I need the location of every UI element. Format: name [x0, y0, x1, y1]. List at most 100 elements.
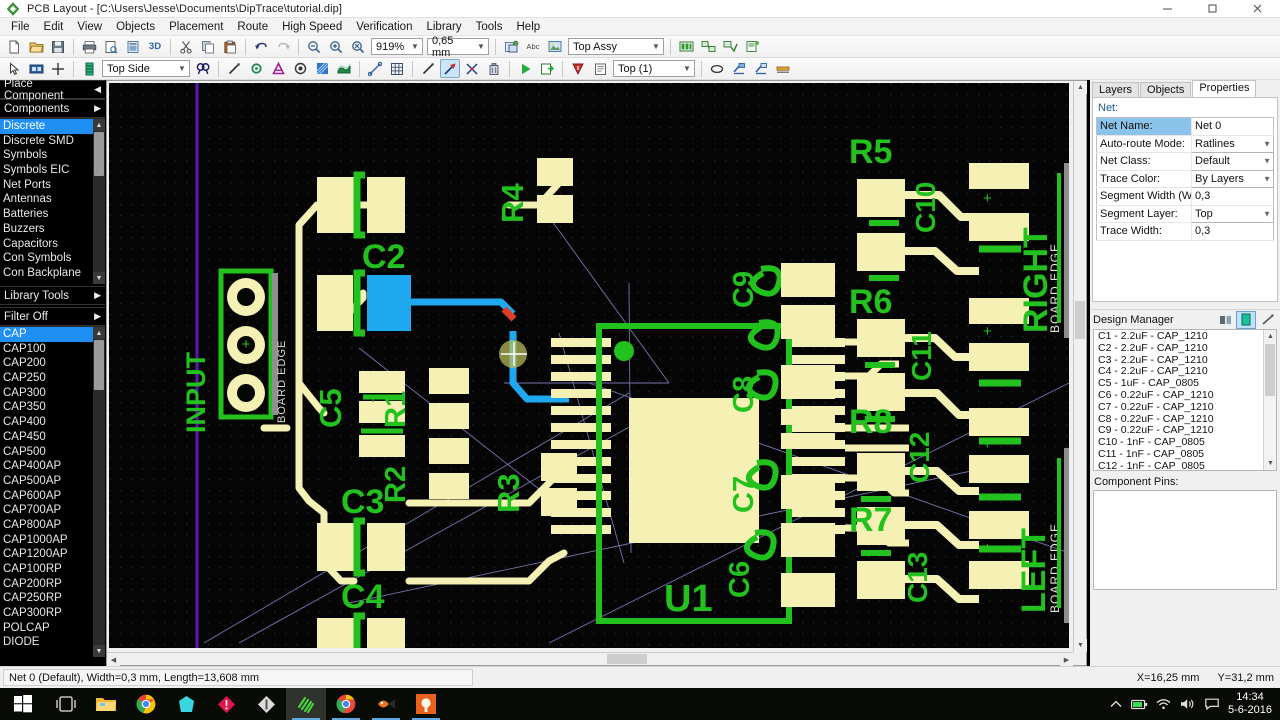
part-item[interactable]: CAP800AP	[0, 518, 93, 533]
page-setup-icon[interactable]	[123, 37, 143, 56]
part-item[interactable]: CAP100	[0, 342, 93, 357]
part-item[interactable]: CAP300RP	[0, 606, 93, 621]
open-file-icon[interactable]	[26, 37, 46, 56]
dm-components-icon[interactable]	[1215, 311, 1235, 329]
component-pins-list[interactable]	[1093, 490, 1277, 590]
menu-route[interactable]: Route	[230, 19, 275, 35]
battery-icon[interactable]	[1128, 688, 1152, 720]
copper-top-icon[interactable]	[729, 59, 749, 78]
chevron-down-icon[interactable]: ▼	[1263, 139, 1271, 148]
route-setup-icon[interactable]	[537, 59, 557, 78]
app-orange-fish-icon[interactable]	[366, 688, 406, 720]
assembly-layer-combo[interactable]: Top Assy ▼	[568, 38, 664, 55]
tab-layers[interactable]: Layers	[1092, 82, 1140, 97]
scroll-down-icon[interactable]: ▼	[1264, 457, 1276, 470]
net-connect-icon[interactable]	[698, 37, 718, 56]
layer-stack-icon[interactable]	[79, 59, 99, 78]
design-manager-item[interactable]: C7 - 0.22uF - CAP_1210	[1094, 401, 1263, 414]
design-manager-list[interactable]: C1 - 2.2uF - CAP_1210 C2 - 2.2uF - CAP_12…	[1093, 329, 1277, 471]
menu-tools[interactable]: Tools	[469, 19, 510, 35]
part-item[interactable]: CAP1000AP	[0, 533, 93, 548]
property-dropdown[interactable]: By Layers ▼	[1191, 169, 1274, 188]
property-value[interactable]: Net 0	[1191, 117, 1274, 136]
category-item[interactable]: Discrete SMD	[0, 134, 93, 149]
smd-icon[interactable]	[773, 59, 793, 78]
app-white-diamond-icon[interactable]	[246, 688, 286, 720]
category-item[interactable]: Buzzers	[0, 222, 93, 237]
dm-nets-icon[interactable]	[1236, 310, 1256, 329]
image-layer-icon[interactable]	[545, 37, 565, 56]
scroll-thumb[interactable]	[1075, 301, 1085, 339]
property-value[interactable]: 0,3	[1191, 187, 1274, 206]
scroll-up-icon[interactable]: ▲	[1264, 330, 1276, 343]
part-item[interactable]: CAP300	[0, 386, 93, 401]
pcb-drawing[interactable]: C2 + INPUT BOARD EDGE C5 + R1 R2 C3 C4 R…	[109, 83, 1069, 648]
part-item[interactable]: CAP450	[0, 430, 93, 445]
design-manager-item[interactable]: C11 - 1nF - CAP_0805	[1094, 448, 1263, 461]
copper-bottom-icon[interactable]	[751, 59, 771, 78]
route-manual-icon[interactable]	[224, 59, 244, 78]
category-item[interactable]: Con Backplane	[0, 266, 93, 281]
parts-list-scrollbar[interactable]: ▲ ▼	[93, 327, 105, 657]
diptrace-icon[interactable]	[286, 688, 326, 720]
category-item[interactable]: Symbols EIC	[0, 163, 93, 178]
menu-help[interactable]: Help	[510, 19, 548, 35]
part-item[interactable]: CAP250	[0, 371, 93, 386]
app-red-diamond-icon[interactable]	[206, 688, 246, 720]
menu-library[interactable]: Library	[419, 19, 468, 35]
scroll-down-icon[interactable]: ▼	[1074, 639, 1087, 652]
start-button-icon[interactable]	[0, 688, 46, 720]
category-item[interactable]: Con Symbols	[0, 251, 93, 266]
trace-icon[interactable]	[418, 59, 438, 78]
category-item[interactable]: Symbols	[0, 148, 93, 163]
category-item[interactable]: Discrete	[0, 119, 93, 134]
tab-properties[interactable]: Properties	[1192, 80, 1257, 97]
grid-size-combo[interactable]: 0,65 mm ▼	[427, 35, 489, 59]
app-orange-square-icon[interactable]	[406, 688, 446, 720]
file-explorer-icon[interactable]	[86, 688, 126, 720]
menu-view[interactable]: View	[70, 19, 109, 35]
maximize-button[interactable]	[1190, 0, 1235, 18]
report-icon[interactable]	[590, 59, 610, 78]
part-item[interactable]: CAP250RP	[0, 591, 93, 606]
property-dropdown[interactable]: Ratlines ▼	[1191, 134, 1274, 153]
part-item[interactable]: DIODE	[0, 635, 93, 650]
zoom-level-combo[interactable]: 919% ▼	[371, 38, 423, 55]
category-item[interactable]: Capacitors	[0, 237, 93, 252]
tab-objects[interactable]: Objects	[1140, 82, 1192, 97]
cut-icon[interactable]	[176, 37, 196, 56]
scroll-thumb[interactable]	[607, 654, 647, 664]
category-list-scrollbar[interactable]: ▲ ▼	[93, 119, 105, 284]
polygon-icon[interactable]	[334, 59, 354, 78]
property-value[interactable]: 0,3	[1191, 222, 1274, 241]
taskbar-clock[interactable]: 14:34 5-6-2016	[1228, 691, 1272, 717]
paste-icon[interactable]	[220, 37, 240, 56]
category-item[interactable]: Batteries	[0, 207, 93, 222]
bom-icon[interactable]	[676, 37, 696, 56]
view-3d-icon[interactable]: 3D	[145, 37, 165, 56]
route-tool-icon[interactable]	[440, 59, 460, 78]
menu-edit[interactable]: Edit	[37, 19, 71, 35]
report-export-icon[interactable]	[742, 37, 762, 56]
part-item[interactable]: CAP100RP	[0, 562, 93, 577]
redo-icon[interactable]	[273, 37, 293, 56]
task-view-icon[interactable]	[46, 688, 86, 720]
part-item[interactable]: CAP400AP	[0, 459, 93, 474]
scroll-down-icon[interactable]: ▼	[93, 645, 105, 657]
new-file-icon[interactable]	[4, 37, 24, 56]
close-button[interactable]	[1235, 0, 1280, 18]
print-icon[interactable]	[79, 37, 99, 56]
minimize-button[interactable]	[1145, 0, 1190, 18]
undo-icon[interactable]	[251, 37, 271, 56]
place-component-header[interactable]: Place Component ◀	[0, 78, 105, 102]
part-item[interactable]: CAP200	[0, 356, 93, 371]
pad-icon[interactable]	[290, 59, 310, 78]
find-icon[interactable]	[193, 59, 213, 78]
menu-verification[interactable]: Verification	[349, 19, 419, 35]
zoom-in-icon[interactable]	[326, 37, 346, 56]
part-item[interactable]: CAP500AP	[0, 474, 93, 489]
dm-errors-icon[interactable]	[1257, 311, 1277, 329]
chevron-down-icon[interactable]: ▼	[1263, 157, 1271, 166]
menu-high-speed[interactable]: High Speed	[275, 19, 349, 35]
cut-trace-icon[interactable]	[462, 59, 482, 78]
